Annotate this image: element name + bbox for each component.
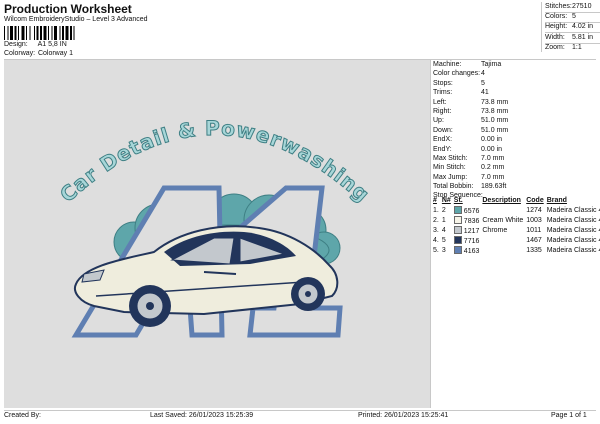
info-row: Max Jump: 7.0 mm [433, 173, 505, 181]
design-preview-canvas: Car Detail & Powerwashing [4, 60, 430, 408]
software-subtitle: Wilcom EmbroideryStudio – Level 3 Advanc… [4, 16, 148, 23]
col-header: Code [526, 197, 544, 204]
stats-divider [541, 2, 542, 52]
table-header-row: # N# St. Description Code Brand [433, 196, 600, 205]
worksheet-title: Production Worksheet [4, 2, 132, 16]
color-swatch [453, 205, 462, 214]
design-value: A1 5,8 IN [37, 41, 67, 48]
barcode-image [4, 26, 75, 40]
colorway-row: Colorway: Colorway 1 [4, 50, 73, 57]
footer-last-saved: Last Saved: 26/01/2023 15:25:39 [150, 412, 254, 419]
col-header: St. [453, 197, 463, 204]
table-row: 2. 1 7836 Cream White 1003 Madeira Class… [433, 215, 600, 225]
info-row: Color changes:4 [433, 70, 485, 78]
stat-zoom: Zoom: 1:1 [545, 43, 582, 51]
stat-stitches: Stitches:27510 [545, 3, 592, 10]
footer-created-by: Created By: [4, 412, 41, 419]
table-row: 4. 5 7716 1467 Madeira Classic 40 [433, 235, 600, 245]
color-swatch [453, 225, 462, 234]
stats-panel: Stitches:27510 Colors: 5 Height: 4.02 in W… [545, 2, 600, 53]
info-row: Up: 51.0 mm [433, 117, 509, 125]
info-row: Min Stitch: 0.2 mm [433, 164, 505, 172]
design-label: Design: [4, 41, 28, 48]
machine-info-panel: Machine: Tajima Color changes:4 Stops: 5 T… [433, 60, 508, 201]
info-row: Stops: 5 [433, 79, 485, 87]
col-header: # [433, 197, 437, 204]
info-row: Machine: Tajima [433, 61, 502, 68]
info-row: EndX: 0.00 in [433, 136, 503, 144]
color-swatch [453, 235, 462, 244]
footer-divider [4, 410, 596, 411]
info-row: Left: 73.8 mm [433, 98, 509, 106]
color-swatch [453, 245, 462, 254]
stat-colors: Colors: 5 [545, 13, 576, 21]
info-row: EndY: 0.00 in [433, 145, 503, 153]
col-header: N# [441, 197, 451, 204]
stop-sequence-table: # N# St. Description Code Brand 1. 2 657… [433, 196, 600, 255]
table-row: 3. 4 1217 Chrome 1011 Madeira Classic 40 [433, 225, 600, 235]
footer-printed: Printed: 26/01/2023 15:25:41 [358, 412, 449, 419]
panel-divider [430, 59, 431, 408]
col-header: Description [482, 197, 521, 204]
table-row: 1. 2 6576 1274 Madeira Classic 40 [433, 205, 600, 215]
info-row: Trims: 41 [433, 89, 489, 97]
table-row: 5. 3 4163 1335 Madeira Classic 40 [433, 245, 600, 255]
colorway-value: Colorway 1 [37, 50, 73, 57]
info-row: Max Stitch: 7.0 mm [433, 154, 505, 162]
embroidery-artwork: Car Detail & Powerwashing [55, 115, 374, 338]
col-header: Brand [546, 197, 567, 204]
info-row: Down: 51.0 mm [433, 126, 509, 134]
info-row: Right: 73.8 mm [433, 107, 509, 115]
info-row: Total Bobbin: 189.63ft [433, 183, 507, 191]
stat-width: Width: 5.81 in [545, 33, 594, 41]
footer-page: Page 1 of 1 [551, 412, 587, 419]
color-swatch [453, 215, 462, 224]
colorway-label: Colorway: [4, 50, 36, 57]
design-row: Design: A1 5,8 IN [4, 41, 67, 48]
